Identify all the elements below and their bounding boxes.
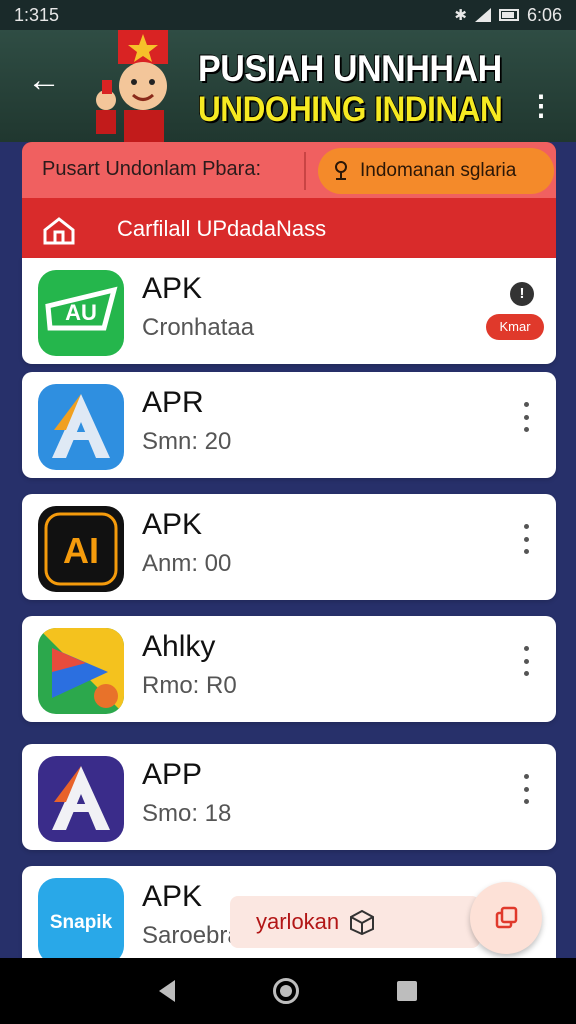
app-card[interactable]: AI APK Anm: 00 <box>22 494 556 600</box>
app-name: APP <box>142 758 203 791</box>
indomanan-button[interactable]: Indomanan sglaria <box>318 148 554 194</box>
promo-label: yarlokan <box>256 909 340 934</box>
more-vert-icon[interactable] <box>516 524 536 554</box>
info-icon[interactable]: ! <box>510 282 534 306</box>
status-icons: ✱ 6:06 <box>454 5 562 26</box>
snapik-icon-text: Snapik <box>50 912 113 933</box>
mascot-icon <box>96 30 168 142</box>
app-card[interactable]: Ahlky Rmo: R0 <box>22 616 556 722</box>
more-vert-icon[interactable] <box>516 646 536 676</box>
home-icon[interactable] <box>42 216 76 246</box>
app-name: APK <box>142 880 203 913</box>
pin-icon <box>335 161 347 180</box>
fab-button[interactable] <box>470 882 542 954</box>
status-bar: 1:315 ✱ 6:06 <box>0 0 576 30</box>
a-app-icon <box>38 384 124 470</box>
promo-banner[interactable]: yarlokan <box>230 896 480 948</box>
app-meta: Smn: 20 <box>142 428 232 455</box>
panel-title[interactable]: Pusart Undonlam Pbara: <box>42 158 261 181</box>
snapik-app-icon: Snapik <box>38 878 124 964</box>
signal-icon <box>474 8 491 22</box>
nav-recent-icon[interactable] <box>397 981 417 1001</box>
nav-home-icon[interactable] <box>273 978 299 1004</box>
nav-back-icon[interactable] <box>159 980 175 1002</box>
more-vert-icon[interactable] <box>516 402 536 432</box>
play-app-icon <box>38 628 124 714</box>
header-panel: Pusart Undonlam Pbara: Indomanan sglaria… <box>22 142 556 260</box>
box-icon <box>350 909 375 935</box>
a-purple-app-icon <box>38 756 124 842</box>
app-name: APK <box>142 272 203 305</box>
copy-icon <box>495 906 518 929</box>
app-name: Ahlky <box>142 630 216 663</box>
app-meta: Anm: 00 <box>142 550 232 577</box>
more-vert-icon[interactable] <box>516 774 536 804</box>
app-name: APK <box>142 508 203 541</box>
app-meta: Cronhataa <box>142 314 255 341</box>
app-card[interactable]: AU APK Cronhataa ! Kmar <box>22 258 556 364</box>
au-app-icon: AU <box>38 270 124 356</box>
status-time: 1:315 <box>14 4 60 25</box>
back-arrow-icon[interactable]: ← <box>24 60 64 100</box>
app-meta: Rmo: R0 <box>142 672 237 699</box>
app-name: APR <box>142 386 204 419</box>
status-clock: 6:06 <box>526 4 562 25</box>
svg-text:AI: AI <box>63 530 99 571</box>
app-meta: Smo: 18 <box>142 800 232 827</box>
ai-app-icon: AI <box>38 506 124 592</box>
app-bar: ← PUSIAH UNNHHAH UNDOHING INDINAN ⋮ <box>0 30 576 142</box>
system-nav-bar <box>0 958 576 1024</box>
more-vert-icon[interactable]: ⋮ <box>526 86 556 126</box>
app-card[interactable]: APR Smn: 20 <box>22 372 556 478</box>
bluetooth-icon: ✱ <box>454 7 467 24</box>
indomanan-button-label: Indomanan sglaria <box>360 160 517 181</box>
app-meta: Saroebra <box>142 922 241 949</box>
panel-divider <box>304 152 306 190</box>
svg-text:AU: AU <box>65 300 97 325</box>
app-card[interactable]: APP Smo: 18 <box>22 744 556 850</box>
status-badge: Kmar <box>486 314 544 340</box>
section-subtitle: Carfilall UPdadaNass <box>117 216 327 241</box>
battery-icon <box>498 9 519 21</box>
banner-subtitle: UNDOHING INDINAN <box>198 90 503 129</box>
banner-title: PUSIAH UNNHHAH <box>198 48 502 89</box>
